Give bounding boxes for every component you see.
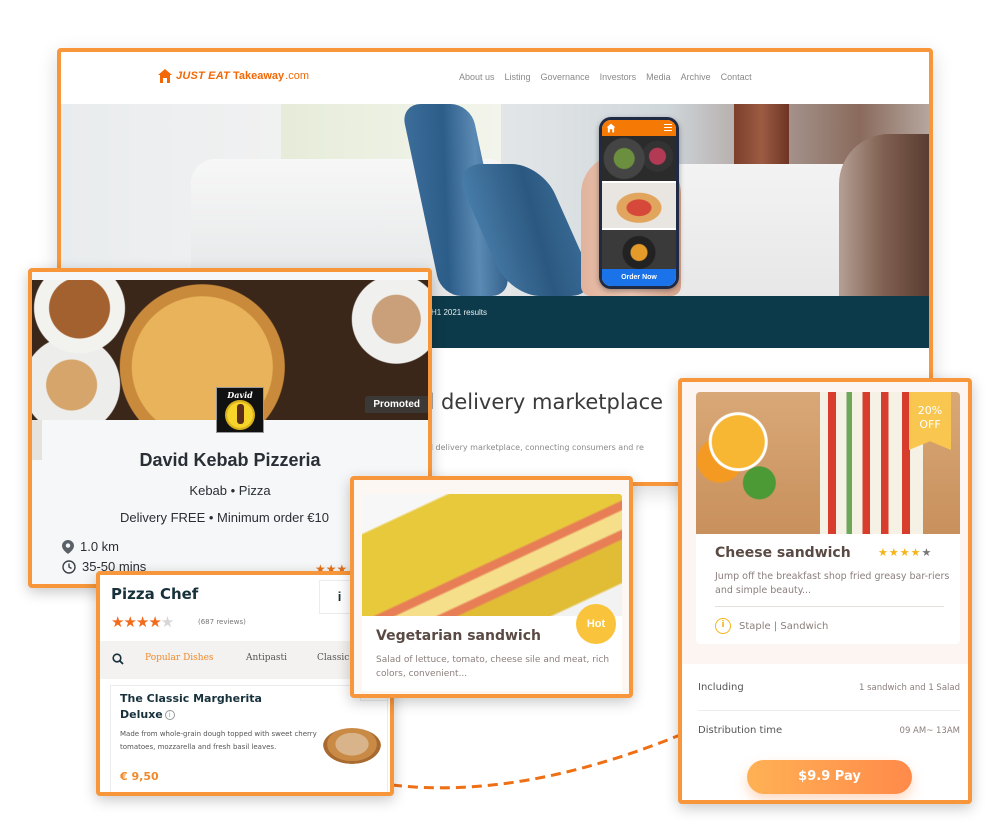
dish-description: Made from whole-grain dough topped with … — [120, 730, 317, 751]
including-value: 1 sandwich and 1 Salad — [859, 682, 960, 693]
dish-price: € 9,50 — [120, 770, 159, 783]
restaurant-name: David Kebab Pizzeria — [139, 450, 321, 470]
tag-text: Staple | Sandwich — [739, 620, 829, 632]
tab-popular-dishes[interactable]: Popular Dishes — [145, 653, 214, 663]
dish-name-wrap: The Classic Margherita Deluxe i — [120, 691, 280, 723]
delivery-info: Delivery FREE • Minimum order €10 — [120, 510, 329, 525]
stars-empty: ★ — [160, 613, 174, 631]
phone-mockup: Order Now — [599, 117, 679, 289]
product-title: Cheese sandwich — [715, 545, 851, 561]
rating-stars: ★★★★★ — [111, 613, 174, 631]
discount-label: OFF — [919, 418, 941, 431]
dish-item[interactable]: The Classic Margherita Deluxe i Made from… — [110, 685, 388, 792]
product-image — [362, 494, 622, 616]
stars-filled: ★★★★ — [111, 613, 162, 631]
nav-investors[interactable]: Investors — [600, 72, 637, 82]
nav-listing[interactable]: Listing — [505, 72, 531, 82]
restaurant-logo: David — [216, 387, 264, 433]
clock-icon — [62, 559, 76, 574]
house-icon — [158, 69, 172, 83]
including-row: Including 1 sandwich and 1 Salad — [698, 682, 960, 693]
site-header: JUST EAT Takeaway .com About us Listing … — [61, 52, 929, 104]
info-icon: i — [715, 618, 731, 634]
menu-category-tabs: Popular Dishes Antipasti Classic P — [100, 641, 390, 679]
restaurant-title: Pizza Chef — [111, 585, 199, 603]
logo-just-eat: JUST EAT — [176, 70, 230, 82]
stars-filled: ★★★★ — [878, 546, 922, 559]
order-now-button[interactable]: Order Now — [602, 269, 676, 286]
info-icon[interactable]: i — [164, 710, 175, 720]
tab-antipasti[interactable]: Antipasti — [246, 653, 287, 663]
product-tags: i Staple | Sandwich — [715, 618, 828, 634]
product-title: Vegetarian sandwich — [376, 628, 541, 644]
news-text[interactable]: H1 2021 results — [431, 308, 487, 317]
rating-stars: ★★★★★ — [878, 546, 932, 559]
location-pin-icon — [62, 539, 74, 554]
distribution-row: Distribution time 09 AM~ 13AM — [698, 725, 960, 736]
site-headline: d delivery marketplace — [421, 390, 664, 414]
discount-badge: 20% OFF — [909, 392, 951, 450]
discount-percent: 20% — [917, 404, 943, 417]
nav-about-us[interactable]: About us — [459, 72, 495, 82]
brand-logo[interactable]: JUST EAT Takeaway .com — [157, 68, 309, 84]
distance-info: 1.0 km — [62, 539, 119, 554]
logo-takeaway: Takeaway — [232, 70, 285, 82]
phone-food-image — [602, 183, 676, 228]
site-subheadline: od delivery marketplace, connecting cons… — [423, 443, 644, 452]
phone-app-bar — [602, 120, 676, 136]
restaurant-logo-text: David — [227, 390, 253, 400]
stars-empty: ★ — [921, 546, 933, 559]
phone-food-image — [602, 136, 676, 181]
nav-archive[interactable]: Archive — [681, 72, 711, 82]
hot-badge: Hot — [576, 604, 616, 644]
promoted-badge: Promoted — [365, 396, 428, 413]
divider — [698, 710, 960, 711]
review-count[interactable]: (687 reviews) — [198, 618, 246, 626]
product-card-cheese-sandwich: 20% OFF Cheese sandwich ★★★★★ Jump off t… — [678, 378, 972, 804]
distribution-label: Distribution time — [698, 725, 783, 736]
dish-image — [323, 728, 381, 764]
dish-name: The Classic Margherita Deluxe — [120, 692, 262, 721]
phone-screen: Order Now — [602, 120, 676, 286]
product-description: Salad of lettuce, tomato, cheese sile an… — [376, 655, 610, 679]
product-description: Jump off the breakfast shop fried greasy… — [715, 571, 950, 596]
search-icon[interactable] — [112, 653, 124, 665]
logo-dotcom: .com — [285, 70, 309, 82]
pay-button[interactable]: $9.9 Pay — [747, 760, 912, 794]
distribution-value: 09 AM~ 13AM — [899, 725, 960, 736]
nav-governance[interactable]: Governance — [541, 72, 590, 82]
divider — [715, 606, 944, 607]
including-label: Including — [698, 682, 744, 693]
hamburger-icon[interactable] — [664, 124, 672, 131]
nav-contact[interactable]: Contact — [721, 72, 752, 82]
distance-value: 1.0 km — [80, 539, 120, 554]
kebab-icon — [225, 400, 255, 430]
product-card-vegetarian-sandwich[interactable]: Hot Vegetarian sandwich Salad of lettuce… — [350, 476, 633, 698]
hero-person — [839, 134, 929, 296]
house-icon — [606, 123, 616, 133]
nav-media[interactable]: Media — [646, 72, 671, 82]
main-nav: About us Listing Governance Investors Me… — [459, 72, 752, 82]
